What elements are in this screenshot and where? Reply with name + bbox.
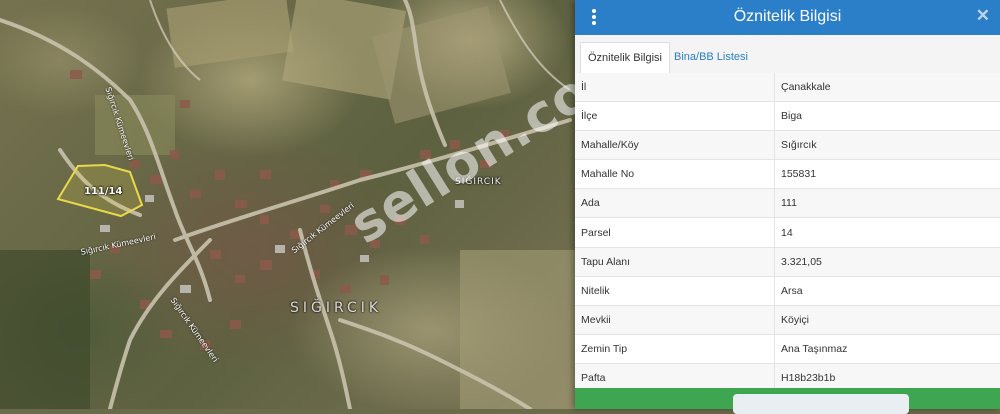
- table-row: İlçeBiga: [575, 102, 1000, 131]
- attribute-value: Arsa: [775, 276, 1000, 305]
- attribute-value: Çanakkale: [775, 73, 1000, 102]
- attribute-key: Zemin Tip: [575, 334, 775, 363]
- table-row: Mahalle No155831: [575, 160, 1000, 189]
- footer-toolbar[interactable]: [733, 394, 909, 414]
- attribute-table: İlÇanakkaleİlçeBigaMahalle/KöySığırcıkMa…: [575, 73, 1000, 393]
- attribute-value: 155831: [775, 160, 1000, 189]
- table-row: NitelikArsa: [575, 276, 1000, 305]
- tab-attribute-info[interactable]: Öznitelik Bilgisi: [580, 42, 670, 75]
- attribute-key: İl: [575, 73, 775, 102]
- attribute-value: Biga: [775, 102, 1000, 131]
- attribute-value: Köyiçi: [775, 305, 1000, 334]
- attribute-key: Tapu Alanı: [575, 247, 775, 276]
- attribute-key: Mahalle No: [575, 160, 775, 189]
- panel-title: Öznitelik Bilgisi: [575, 0, 1000, 33]
- attribute-value: Ana Taşınmaz: [775, 334, 1000, 363]
- attribute-key: İlçe: [575, 102, 775, 131]
- attribute-key: Mevkii: [575, 305, 775, 334]
- panel-header: Öznitelik Bilgisi ✕: [575, 0, 1000, 35]
- table-row: MevkiiKöyiçi: [575, 305, 1000, 334]
- table-row: Ada111: [575, 189, 1000, 218]
- attribute-value: 111: [775, 189, 1000, 218]
- attribute-value: 3.321,05: [775, 247, 1000, 276]
- attribute-panel: Öznitelik Bilgisi ✕ Öznitelik Bilgisi Bi…: [575, 0, 1000, 409]
- panel-footer: [575, 388, 1000, 409]
- village-label-large: SIĞIRCIK: [290, 300, 382, 316]
- attribute-key: Mahalle/Köy: [575, 131, 775, 160]
- close-icon[interactable]: ✕: [976, 6, 990, 26]
- attribute-value: 14: [775, 218, 1000, 247]
- table-row: Tapu Alanı3.321,05: [575, 247, 1000, 276]
- attribute-key: Nitelik: [575, 276, 775, 305]
- table-row: Mahalle/KöySığırcık: [575, 131, 1000, 160]
- tab-building-list[interactable]: Bina/BB Listesi: [667, 42, 755, 73]
- parcel-label[interactable]: 111/14: [84, 186, 122, 197]
- attribute-key: Ada: [575, 189, 775, 218]
- tab-bar: Öznitelik Bilgisi Bina/BB Listesi: [575, 35, 1000, 74]
- table-row: Parsel14: [575, 218, 1000, 247]
- attribute-value: Sığırcık: [775, 131, 1000, 160]
- table-row: Zemin TipAna Taşınmaz: [575, 334, 1000, 363]
- attribute-key: Parsel: [575, 218, 775, 247]
- table-row: İlÇanakkale: [575, 73, 1000, 102]
